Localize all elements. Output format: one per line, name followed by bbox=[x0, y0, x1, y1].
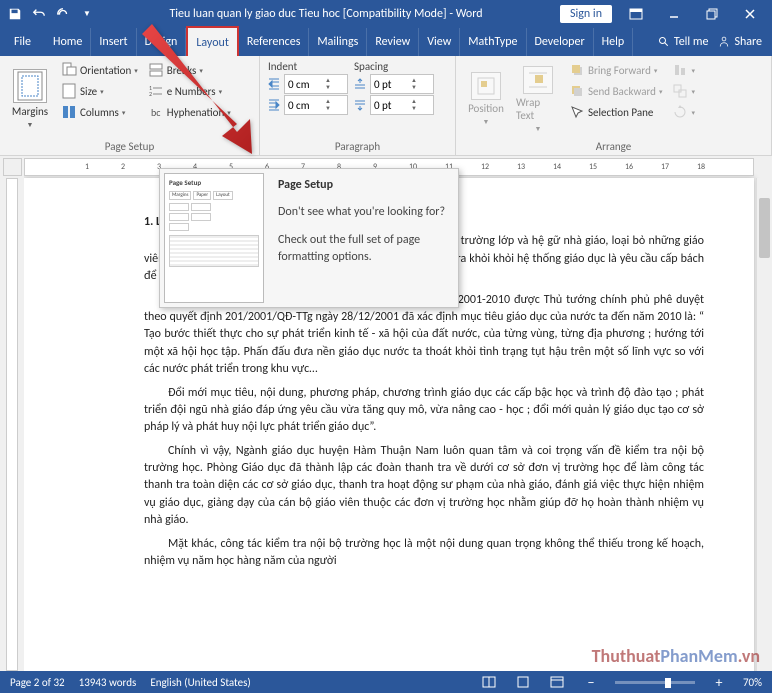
group-button: ▾ bbox=[669, 81, 698, 101]
qa-customize-icon[interactable]: ▼ bbox=[76, 3, 98, 25]
send-backward-button: Send Backward▾ bbox=[566, 81, 665, 101]
breaks-button[interactable]: Breaks▾ bbox=[145, 60, 234, 80]
group-label-paragraph: Paragraph bbox=[266, 138, 449, 153]
print-layout-icon[interactable] bbox=[513, 674, 533, 690]
status-bar: Page 2 of 32 13943 words English (United… bbox=[0, 671, 772, 693]
titlebar: ▼ Tieu luan quan ly giao duc Tieu hoc [C… bbox=[0, 0, 772, 28]
position-button: Position▼ bbox=[462, 60, 510, 138]
bring-forward-icon bbox=[569, 62, 585, 78]
word-count[interactable]: 13943 words bbox=[79, 676, 137, 689]
tab-home[interactable]: Home bbox=[45, 28, 91, 56]
group-paragraph: Indent ▲▼ ▲▼ Spacing ▲▼ ▲▼ bbox=[260, 56, 456, 155]
vertical-ruler bbox=[0, 156, 24, 671]
page-count[interactable]: Page 2 of 32 bbox=[10, 676, 65, 689]
redo-icon[interactable] bbox=[52, 3, 74, 25]
zoom-slider[interactable] bbox=[615, 681, 695, 684]
indent-label: Indent bbox=[266, 60, 348, 73]
send-backward-icon bbox=[569, 83, 585, 99]
space-after-icon bbox=[352, 97, 368, 113]
tab-review[interactable]: Review bbox=[367, 28, 419, 56]
align-button: ▾ bbox=[669, 60, 698, 80]
indent-left-icon bbox=[266, 76, 282, 92]
group-label-page-setup: Page Setup bbox=[6, 138, 253, 153]
tooltip-line1: Don't see what you're looking for? bbox=[278, 204, 448, 221]
ribbon-tabs: File Home Insert Design Layout Reference… bbox=[0, 28, 772, 56]
group-page-setup: Margins▼ Orientation▾ Size▾ Columns▾ Bre… bbox=[0, 56, 260, 155]
undo-icon[interactable] bbox=[28, 3, 50, 25]
doc-para: Mặt khác, công tác kiểm tra nội bộ trườn… bbox=[144, 536, 704, 571]
bring-forward-button: Bring Forward▾ bbox=[566, 60, 665, 80]
tab-design[interactable]: Design bbox=[137, 28, 187, 56]
selection-pane-icon bbox=[569, 104, 585, 120]
orientation-icon bbox=[61, 62, 77, 78]
tab-insert[interactable]: Insert bbox=[91, 28, 136, 56]
indent-right-icon bbox=[266, 97, 282, 113]
tab-developer[interactable]: Developer bbox=[527, 28, 594, 56]
zoom-out-icon[interactable]: − bbox=[581, 674, 601, 690]
columns-button[interactable]: Columns▾ bbox=[58, 102, 141, 122]
group-arrange: Position▼ Wrap Text▼ Bring Forward▾ Send… bbox=[456, 56, 772, 155]
ribbon-options-icon[interactable] bbox=[618, 0, 654, 28]
save-icon[interactable] bbox=[4, 3, 26, 25]
signin-button[interactable]: Sign in bbox=[560, 5, 612, 23]
indent-left-input[interactable]: ▲▼ bbox=[284, 74, 348, 94]
line-numbers-icon: 12 bbox=[148, 83, 164, 99]
tab-references[interactable]: References bbox=[239, 28, 310, 56]
align-icon bbox=[672, 62, 688, 78]
line-numbers-button[interactable]: 12e Numbers▾ bbox=[145, 81, 234, 101]
tab-layout[interactable]: Layout bbox=[186, 26, 239, 57]
window-controls bbox=[618, 0, 768, 28]
tooltip-line2: Check out the full set of page formattin… bbox=[278, 232, 448, 267]
tab-file[interactable]: File bbox=[0, 28, 45, 56]
group-label-arrange: Arrange bbox=[462, 138, 765, 153]
ribbon: Margins▼ Orientation▾ Size▾ Columns▾ Bre… bbox=[0, 56, 772, 156]
document-title: Tieu luan quan ly giao duc Tieu hoc [Com… bbox=[98, 7, 554, 21]
close-icon[interactable] bbox=[732, 0, 768, 28]
minimize-icon[interactable] bbox=[656, 0, 692, 28]
selection-pane-button[interactable]: Selection Pane bbox=[566, 102, 665, 122]
wrap-text-button: Wrap Text▼ bbox=[514, 60, 562, 138]
margins-button[interactable]: Margins▼ bbox=[6, 60, 54, 138]
tab-mailings[interactable]: Mailings bbox=[309, 28, 367, 56]
vertical-scrollbar[interactable] bbox=[756, 178, 772, 671]
zoom-level[interactable]: 70% bbox=[743, 676, 762, 689]
hyphenation-button[interactable]: bcHyphenation▾ bbox=[145, 102, 234, 122]
quick-access: ▼ bbox=[4, 3, 98, 25]
indent-right-input[interactable]: ▲▼ bbox=[284, 95, 348, 115]
svg-text:2: 2 bbox=[149, 90, 152, 98]
tab-help[interactable]: Help bbox=[594, 28, 634, 56]
restore-icon[interactable] bbox=[694, 0, 730, 28]
tell-me[interactable]: Tell me bbox=[658, 35, 709, 49]
read-mode-icon[interactable] bbox=[479, 674, 499, 690]
breaks-icon bbox=[148, 62, 164, 78]
document-page[interactable]: Page Setup MarginsPaperLayout Page Setup… bbox=[24, 178, 754, 671]
page-setup-tooltip: Page Setup MarginsPaperLayout Page Setup… bbox=[159, 178, 459, 308]
space-before-input[interactable]: ▲▼ bbox=[370, 74, 434, 94]
rotate-button: ▾ bbox=[669, 102, 698, 122]
tab-view[interactable]: View bbox=[419, 28, 460, 56]
spacing-label: Spacing bbox=[352, 60, 434, 73]
doc-para: Chính vì vậy, Ngành giáo dục huyện Hàm T… bbox=[144, 443, 704, 530]
size-icon bbox=[61, 83, 77, 99]
share-button[interactable]: Share bbox=[718, 35, 762, 49]
document-area: 123456789101112131415161718 Page Setup M… bbox=[0, 156, 772, 671]
rotate-icon bbox=[672, 104, 688, 120]
doc-para: Đổi mới mục tiêu, nội dung, phương pháp,… bbox=[144, 385, 704, 437]
columns-icon bbox=[61, 104, 77, 120]
web-layout-icon[interactable] bbox=[547, 674, 567, 690]
space-before-icon bbox=[352, 76, 368, 92]
orientation-button[interactable]: Orientation▾ bbox=[58, 60, 141, 80]
language[interactable]: English (United States) bbox=[150, 676, 250, 689]
tooltip-title: Page Setup bbox=[278, 178, 448, 194]
space-after-input[interactable]: ▲▼ bbox=[370, 95, 434, 115]
hyphenation-icon: bc bbox=[148, 104, 164, 120]
tooltip-thumbnail: Page Setup MarginsPaperLayout bbox=[164, 178, 264, 303]
zoom-in-icon[interactable]: + bbox=[709, 674, 729, 690]
group-icon bbox=[672, 83, 688, 99]
size-button[interactable]: Size▾ bbox=[58, 81, 141, 101]
tab-mathtype[interactable]: MathType bbox=[460, 28, 526, 56]
